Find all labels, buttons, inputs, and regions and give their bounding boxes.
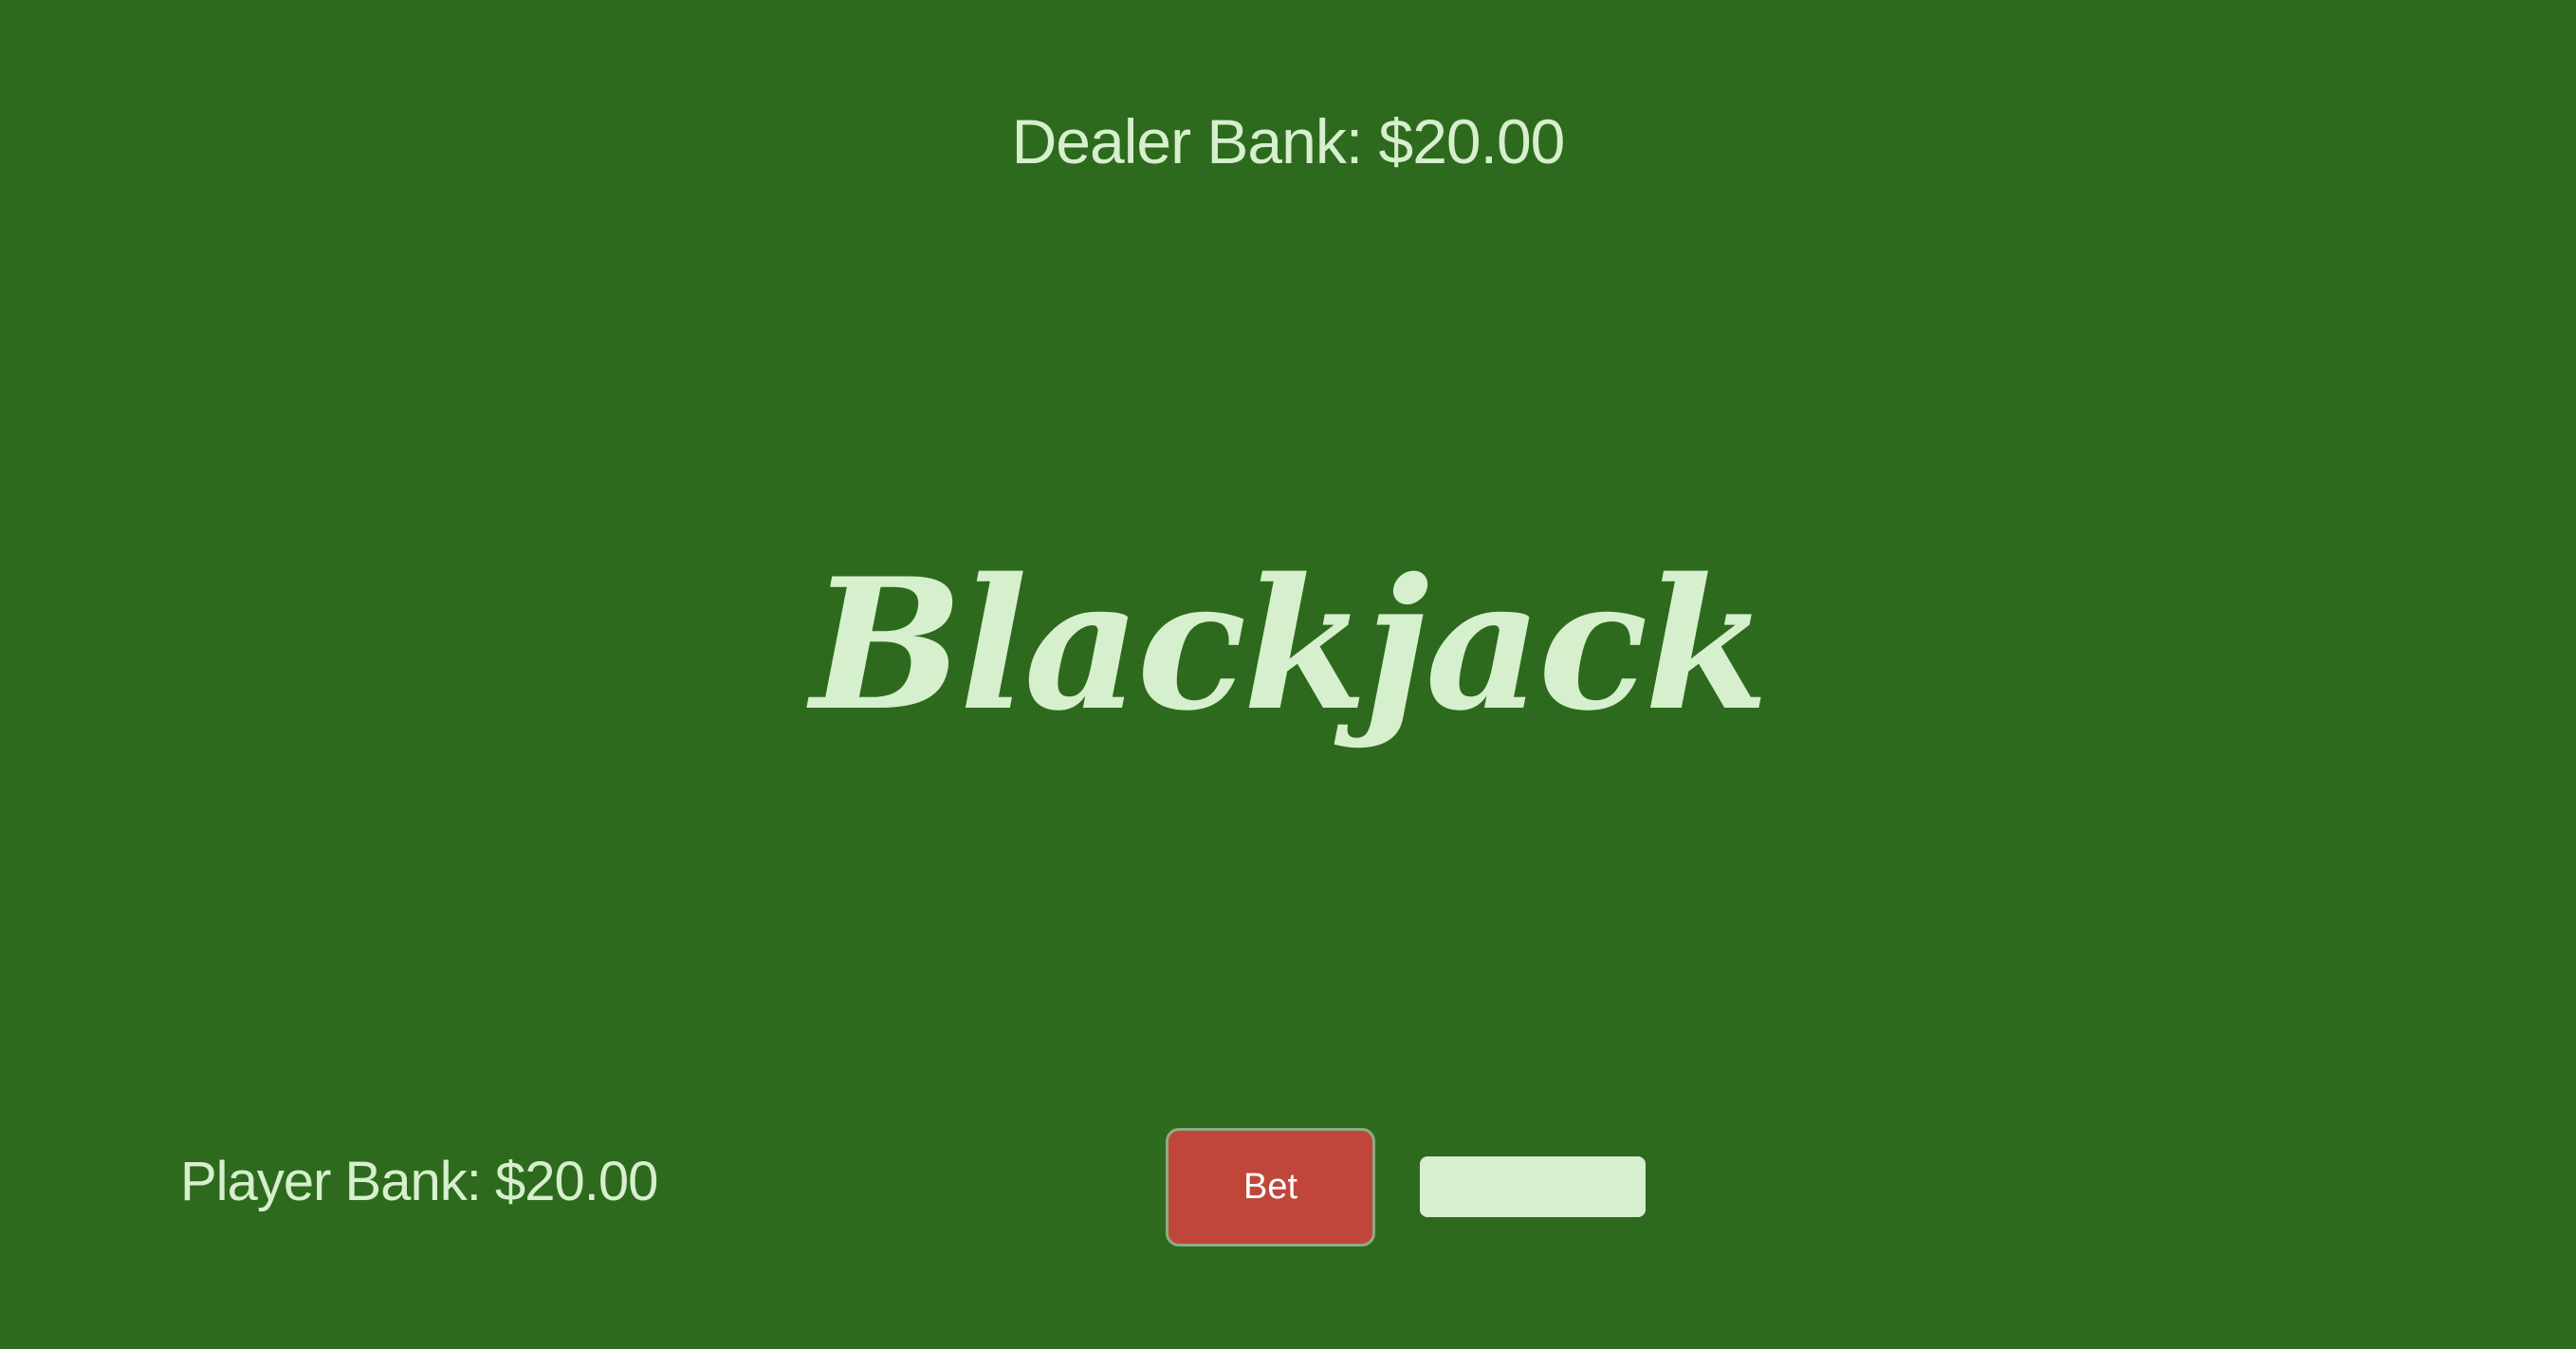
dealer-bank-label: Dealer Bank: $20.00 (1011, 106, 1566, 176)
bet-button[interactable]: Bet (1166, 1128, 1375, 1247)
bet-amount-input[interactable] (1420, 1156, 1646, 1217)
player-bank-label: Player Bank: $20.00 (180, 1151, 658, 1212)
game-title: Blackjack (810, 539, 1769, 750)
